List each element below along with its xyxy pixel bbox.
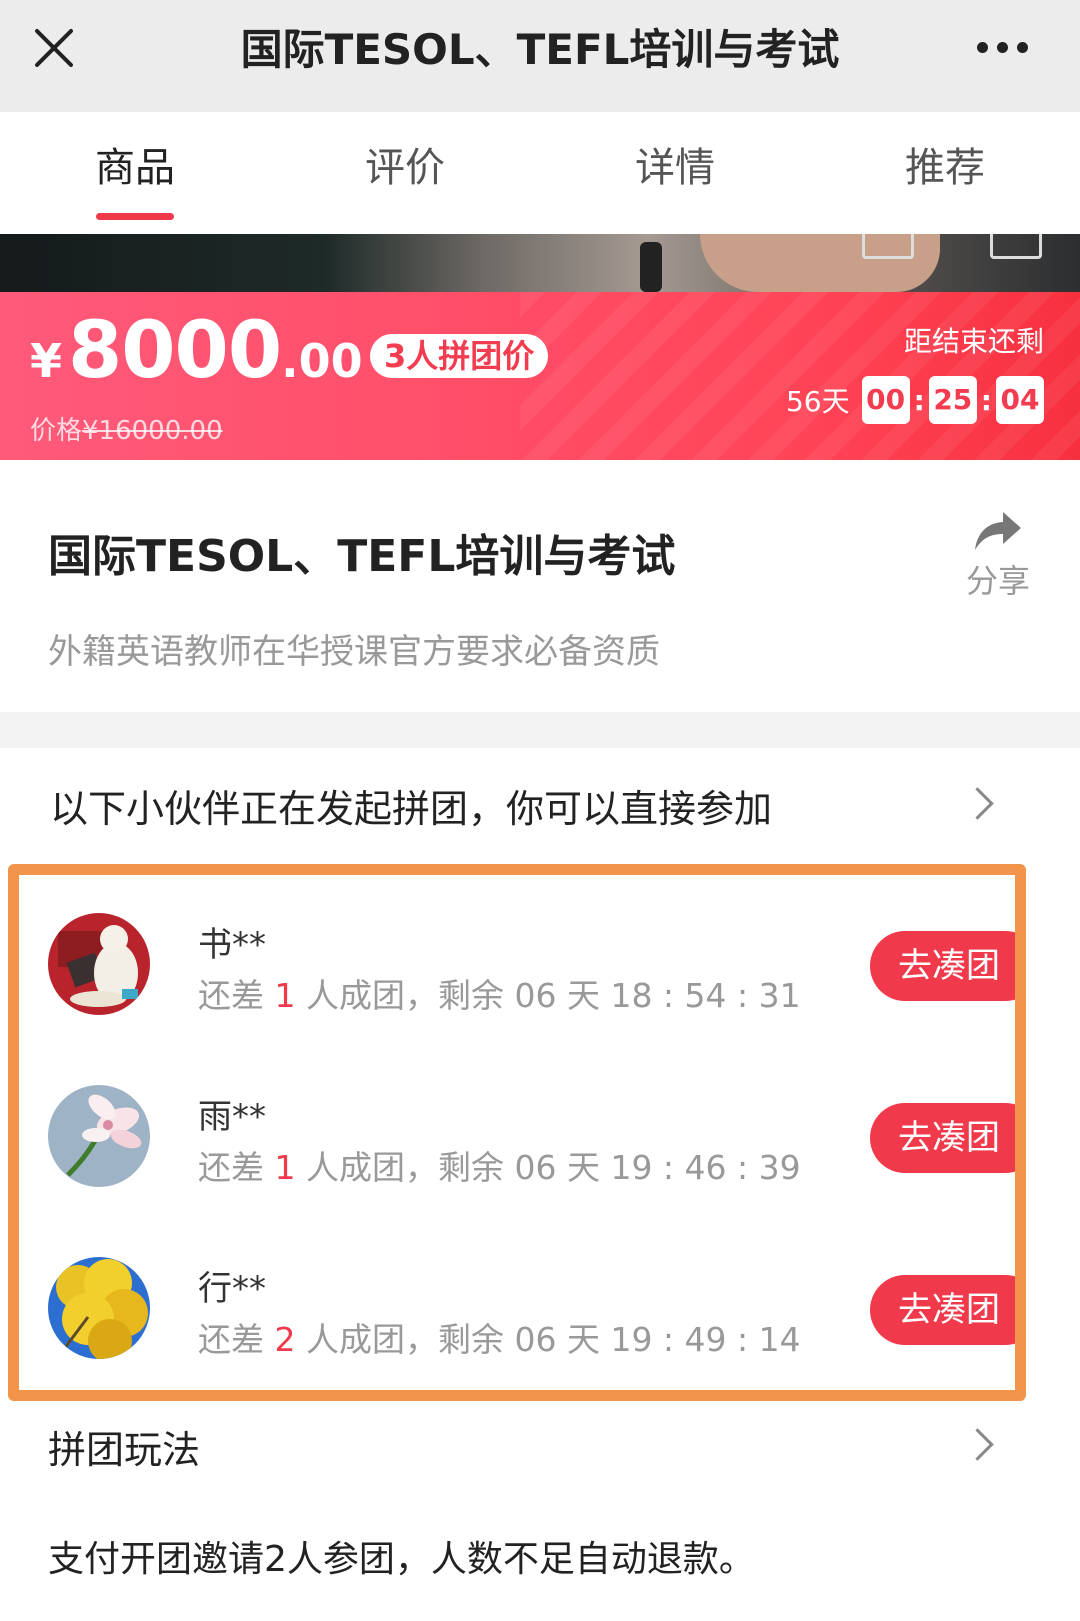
chevron-right-icon xyxy=(961,787,994,820)
product-info: 国际TESOL、TEFL培训与考试 外籍英语教师在华授课官方要求必备资质 分享 xyxy=(0,460,1080,712)
product-subtitle: 外籍英语教师在华授课官方要求必备资质 xyxy=(48,632,660,672)
price-integer: 8000 xyxy=(68,306,282,396)
tab-bar: 商品 评价 详情 推荐 xyxy=(0,112,1080,234)
group-rules-text: 支付开团邀请2人参团，人数不足自动退款。 xyxy=(48,1539,755,1580)
countdown-days: 56天 xyxy=(785,385,850,418)
page-title: 国际TESOL、TEFL培训与考试 xyxy=(240,25,840,74)
section-divider xyxy=(0,712,1080,748)
danmaku-icon[interactable] xyxy=(862,234,914,259)
countdown-hours: 00 xyxy=(861,376,910,424)
countdown-minutes: 25 xyxy=(928,376,977,424)
top-bar: 国际TESOL、TEFL培训与考试 xyxy=(0,0,1080,112)
countdown-separator: : xyxy=(980,383,992,417)
chevron-right-icon xyxy=(961,1428,994,1461)
countdown-seconds: 04 xyxy=(996,376,1044,424)
highlight-frame xyxy=(8,864,1026,1401)
price-banner: ¥ 8000 .00 3人拼团价 价格¥16000.00 距结束还剩 56天 0… xyxy=(0,292,1080,460)
group-price-badge: 3人拼团价 xyxy=(370,334,549,378)
group-price: ¥ 8000 .00 xyxy=(30,306,363,396)
fullscreen-icon[interactable] xyxy=(990,234,1042,259)
original-price: 价格¥16000.00 xyxy=(30,410,223,447)
more-icon[interactable] xyxy=(977,42,1028,54)
tab-product[interactable]: 商品 xyxy=(0,112,270,234)
tab-recommend[interactable]: 推荐 xyxy=(810,112,1080,234)
product-title: 国际TESOL、TEFL培训与考试 xyxy=(48,531,676,582)
group-rules-title: 拼团玩法 xyxy=(48,1428,201,1472)
open-groups-header[interactable]: 以下小伙伴正在发起拼团，你可以直接参加 xyxy=(0,748,1080,864)
share-arrow-icon xyxy=(975,512,1021,550)
tab-reviews[interactable]: 评价 xyxy=(270,112,540,234)
countdown-timer: 56天 00 : 25 : 04 xyxy=(786,376,1044,424)
wristband-shape xyxy=(640,242,662,292)
share-button[interactable]: 分享 xyxy=(958,510,1038,602)
close-icon[interactable] xyxy=(32,26,76,70)
price-currency: ¥ xyxy=(30,334,63,388)
share-label: 分享 xyxy=(965,562,1030,600)
original-price-label: 价格 xyxy=(30,416,83,446)
countdown-separator: : xyxy=(913,383,925,417)
original-price-value: ¥16000.00 xyxy=(82,416,223,446)
open-groups-title: 以下小伙伴正在发起拼团，你可以直接参加 xyxy=(50,787,773,831)
tab-details[interactable]: 详情 xyxy=(540,112,810,234)
video-player[interactable] xyxy=(0,234,1080,292)
price-decimal: .00 xyxy=(281,334,363,388)
countdown-label: 距结束还剩 xyxy=(903,325,1044,358)
group-rules-header[interactable]: 拼团玩法 xyxy=(0,1401,1080,1489)
